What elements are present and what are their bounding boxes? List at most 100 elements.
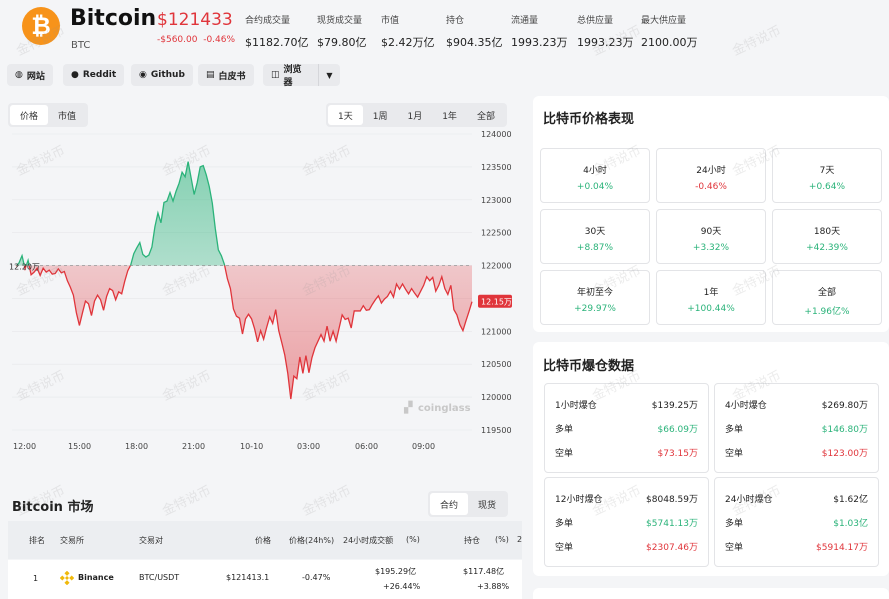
row-price: $121413.1 bbox=[226, 573, 270, 582]
liq-label: 12小时爆仓 bbox=[555, 495, 603, 505]
perf-cell-90d: 90天 +3.32% bbox=[656, 209, 766, 264]
liq-total: $269.80万 bbox=[821, 401, 868, 411]
stat-label: 流通量 bbox=[511, 16, 539, 26]
explorer-dropdown-button[interactable]: ▼ bbox=[318, 64, 340, 86]
github-icon: ◉ bbox=[139, 70, 147, 80]
x-tick-label: 10-10 bbox=[240, 442, 263, 451]
stat-open-interest: 持仓 $904.35亿 bbox=[446, 13, 503, 50]
liq-short-label: 空单 bbox=[725, 449, 744, 459]
liq-short-value: $73.15万 bbox=[657, 449, 699, 459]
baseline-label-text: 12.20万 bbox=[9, 263, 40, 272]
whitepaper-link-label: 白皮书 bbox=[218, 71, 246, 82]
y-tick-label: 122000 bbox=[481, 262, 512, 271]
perf-value: +3.32% bbox=[692, 243, 730, 253]
row-pair: BTC/USDT bbox=[139, 573, 180, 582]
liq-box-12h: 12小时爆仓 $8048.59万 多单 $5741.13万 空单 $2307.46万 bbox=[544, 477, 709, 567]
document-icon: ▤ bbox=[206, 70, 215, 80]
website-link-button[interactable]: ◍ 网站 bbox=[7, 64, 53, 86]
perf-cell-24h: 24小时 -0.46% bbox=[656, 148, 766, 203]
liq-label: 4小时爆仓 bbox=[725, 401, 767, 411]
stat-value: 1993.23万 bbox=[577, 36, 634, 49]
perf-cell-7d: 7天 +0.64% bbox=[772, 148, 882, 203]
tab-market-cap[interactable]: 市值 bbox=[48, 105, 86, 125]
perf-value: +100.44% bbox=[687, 304, 735, 314]
liquidation-panel: 比特币爆仓数据 1小时爆仓 $139.25万 多单 $66.09万 空单 $73.15… bbox=[533, 342, 889, 576]
perf-cell-4h: 4小时 +0.04% bbox=[540, 148, 650, 203]
tab-price[interactable]: 价格 bbox=[10, 105, 49, 125]
stat-spot-volume: 现货成交量 $79.80亿 bbox=[317, 13, 367, 50]
liq-long-label: 多单 bbox=[555, 519, 574, 529]
row-open-interest: $117.48亿 bbox=[463, 567, 505, 576]
row-oi-pct: +3.88% bbox=[477, 582, 510, 591]
perf-cell-all: 全部 +1.96亿% bbox=[772, 270, 882, 325]
tab-range-1w[interactable]: 1周 bbox=[363, 105, 398, 125]
markets-title: Bitcoin 市场 bbox=[12, 500, 94, 515]
price-change-abs: -$560.00 bbox=[157, 35, 198, 45]
stat-label: 市值 bbox=[381, 16, 400, 26]
bitcoin-logo-icon: ₿ bbox=[22, 7, 60, 45]
tab-range-1d[interactable]: 1天 bbox=[328, 105, 363, 125]
tab-range-1y[interactable]: 1年 bbox=[432, 105, 467, 125]
col-oi-pct[interactable]: (%) bbox=[495, 535, 509, 544]
perf-label: 7天 bbox=[819, 166, 835, 176]
col-change-24h[interactable]: 价格(24h%) bbox=[289, 535, 334, 546]
liq-total: $8048.59万 bbox=[646, 495, 698, 505]
github-link-button[interactable]: ◉ Github bbox=[131, 64, 193, 86]
stat-value: 1993.23万 bbox=[511, 36, 568, 49]
coinglass-logo-icon: ▞ bbox=[403, 400, 413, 414]
liq-long-label: 多单 bbox=[725, 519, 744, 529]
tab-range-1m[interactable]: 1月 bbox=[397, 105, 432, 125]
col-volume-24h[interactable]: 24小时成交额 bbox=[343, 535, 393, 546]
watermark-text: 金特说币 bbox=[300, 483, 354, 520]
liquidation-title: 比特币爆仓数据 bbox=[543, 359, 635, 374]
row-exchange[interactable]: Binance bbox=[78, 573, 114, 582]
perf-label: 4小时 bbox=[583, 166, 607, 176]
perf-label: 年初至今 bbox=[576, 288, 613, 298]
col-price[interactable]: 价格 bbox=[255, 535, 271, 546]
liq-long-value: $1.03亿 bbox=[833, 519, 868, 529]
col-overflow: 2 bbox=[517, 535, 523, 544]
col-open-interest[interactable]: 持仓 bbox=[464, 535, 480, 546]
coin-symbol: BTC bbox=[71, 40, 91, 51]
liq-box-24h: 24小时爆仓 $1.62亿 多单 $1.03亿 空单 $5914.17万 bbox=[714, 477, 879, 567]
coin-name: Bitcoin bbox=[70, 6, 157, 31]
liq-total: $1.62亿 bbox=[833, 495, 868, 505]
browser-icon: ◫ bbox=[271, 70, 280, 80]
perf-cell-ytd: 年初至今 +29.97% bbox=[540, 270, 650, 325]
col-exchange[interactable]: 交易所 bbox=[60, 535, 84, 546]
reddit-link-button[interactable]: ● Reddit bbox=[63, 64, 125, 86]
liq-long-value: $5741.13万 bbox=[646, 519, 698, 529]
row-change: -0.47% bbox=[302, 573, 331, 582]
col-volume-pct[interactable]: (%) bbox=[406, 535, 420, 544]
perf-value: +8.87% bbox=[576, 243, 614, 253]
table-row[interactable]: 1 Binance BTC/USDT $121413.1 -0.47% $195… bbox=[8, 560, 522, 599]
chart-type-tabs: 价格 市值 bbox=[8, 103, 89, 127]
liq-long-value: $66.09万 bbox=[657, 425, 699, 435]
x-tick-label: 09:00 bbox=[412, 442, 435, 451]
tab-futures[interactable]: 合约 bbox=[430, 493, 469, 515]
whitepaper-link-button[interactable]: ▤ 白皮书 bbox=[198, 64, 254, 86]
stat-label: 总供应量 bbox=[577, 16, 614, 26]
y-tick-label: 119500 bbox=[481, 426, 512, 435]
price-chart[interactable]: 1240001235001230001225001220001215001210… bbox=[0, 125, 520, 455]
col-pair[interactable]: 交易对 bbox=[139, 535, 163, 546]
tab-range-all[interactable]: 全部 bbox=[467, 105, 505, 125]
y-tick-label: 123500 bbox=[481, 163, 512, 172]
row-rank: 1 bbox=[33, 574, 39, 583]
stat-value: $1182.70亿 bbox=[245, 36, 309, 49]
chart-range-tabs: 1天 1周 1月 1年 全部 bbox=[326, 103, 507, 127]
liq-box-4h: 4小时爆仓 $269.80万 多单 $146.80万 空单 $123.00万 bbox=[714, 383, 879, 473]
liq-label: 24小时爆仓 bbox=[725, 495, 773, 505]
stat-label: 合约成交量 bbox=[245, 16, 291, 26]
current-price-tag-text: 12.15万 bbox=[481, 298, 512, 307]
y-tick-label: 122500 bbox=[481, 229, 512, 238]
tab-spot[interactable]: 现货 bbox=[468, 493, 506, 515]
liq-long-label: 多单 bbox=[555, 425, 574, 435]
explorer-link-button[interactable]: ◫ 浏览器 bbox=[263, 64, 318, 88]
perf-value: +0.04% bbox=[576, 182, 614, 192]
coin-price: $121433 bbox=[157, 10, 233, 30]
y-tick-label: 120500 bbox=[481, 360, 512, 369]
price-change-pct: -0.46% bbox=[203, 35, 236, 45]
col-rank[interactable]: 排名 bbox=[29, 535, 45, 546]
row-volume-pct: +26.44% bbox=[383, 582, 421, 591]
